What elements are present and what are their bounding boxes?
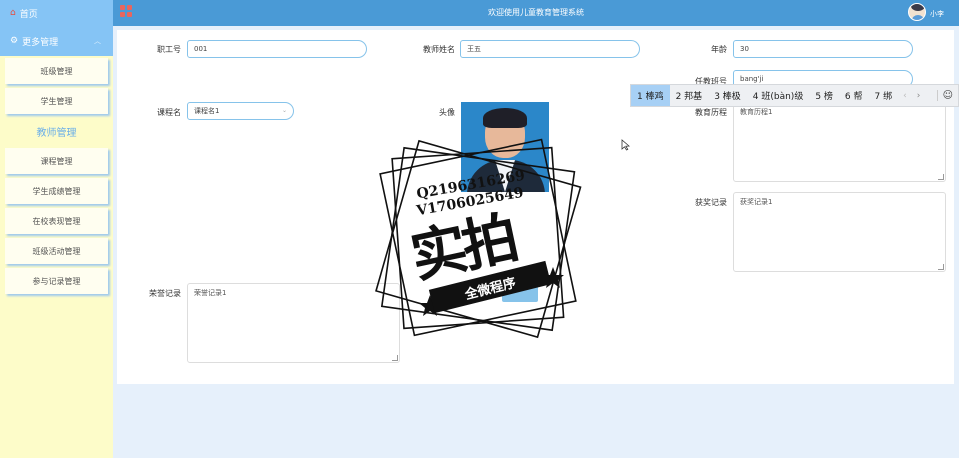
- header: 欢迎使用儿童教育管理系统 小李: [113, 0, 959, 26]
- education-text: 教育历程1: [740, 108, 773, 116]
- honors-label: 荣誉记录: [149, 289, 181, 298]
- ime-candidate[interactable]: 1 棒鸡: [631, 85, 670, 106]
- sidebar-item-label: 参与记录管理: [32, 276, 81, 286]
- honors-text: 荣誉记录1: [194, 289, 227, 297]
- honors-textarea[interactable]: 荣誉记录1: [187, 283, 400, 363]
- awards-textarea[interactable]: 获奖记录1: [733, 192, 946, 272]
- resize-grip-icon[interactable]: [938, 174, 944, 180]
- mouse-cursor-icon: [621, 139, 630, 151]
- age-label: 年龄: [711, 45, 727, 54]
- sidebar-item-label: 教师管理: [36, 127, 77, 139]
- teacher-name-field[interactable]: 王五: [460, 40, 640, 58]
- sidebar-item-activities[interactable]: 班级活动管理: [5, 238, 108, 264]
- ime-candidate[interactable]: 3 棒极: [708, 85, 747, 106]
- sidebar-item-label: 在校表现管理: [32, 216, 81, 226]
- age-field[interactable]: 30: [733, 40, 913, 58]
- course-select-value: 课程名1: [194, 107, 220, 115]
- sidebar-item-students[interactable]: 学生管理: [5, 88, 108, 114]
- sidebar-item-label: 学生管理: [40, 96, 73, 106]
- awards-label: 获奖记录: [695, 198, 727, 207]
- emoji-icon[interactable]: ☺: [936, 90, 958, 101]
- ime-candidate[interactable]: 2 邦基: [670, 85, 709, 106]
- chevron-left-icon[interactable]: ‹: [898, 91, 912, 101]
- sidebar-item-class[interactable]: 班级管理: [5, 58, 108, 84]
- page-title: 欢迎使用儿童教育管理系统: [488, 8, 584, 17]
- chevron-up-icon: ︿: [94, 37, 101, 45]
- avatar-image[interactable]: [461, 102, 549, 192]
- sidebar-item-performance[interactable]: 在校表现管理: [5, 208, 108, 234]
- username[interactable]: 小李: [930, 9, 944, 19]
- course-select[interactable]: 课程名1 ⌄: [187, 102, 294, 120]
- resize-grip-icon[interactable]: [392, 355, 398, 361]
- teacher-name-label: 教师姓名: [423, 45, 455, 54]
- sidebar-item-participation[interactable]: 参与记录管理: [5, 268, 108, 294]
- ime-candidate[interactable]: 4 班(bàn)级: [747, 85, 810, 106]
- sidebar-item-label: 班级活动管理: [32, 246, 81, 256]
- sidebar-item-label: 班级管理: [40, 66, 73, 76]
- education-textarea[interactable]: 教育历程1: [733, 102, 946, 182]
- awards-text: 获奖记录1: [740, 198, 773, 206]
- sidebar: ⌂ 首页 ⚙ 更多管理 ︿ 班级管理 学生管理 教师管理 课程管理 学生成绩管理…: [0, 0, 113, 458]
- ime-candidate[interactable]: 5 榜: [809, 85, 839, 106]
- sidebar-item-grades[interactable]: 学生成绩管理: [5, 178, 108, 204]
- avatar-label: 头像: [439, 108, 455, 117]
- sidebar-item-teachers[interactable]: 教师管理: [5, 118, 108, 144]
- home-icon: ⌂: [10, 8, 16, 18]
- staff-id-field[interactable]: 001: [187, 40, 367, 58]
- sidebar-item-home[interactable]: ⌂ 首页: [0, 0, 113, 26]
- education-label: 教育历程: [695, 108, 727, 117]
- resize-grip-icon[interactable]: [938, 264, 944, 270]
- sidebar-item-courses[interactable]: 课程管理: [5, 148, 108, 174]
- sidebar-item-label: 课程管理: [40, 156, 73, 166]
- submenu: 班级管理 学生管理 教师管理 课程管理 学生成绩管理 在校表现管理 班级活动管理…: [5, 58, 108, 298]
- sidebar-item-more[interactable]: ⚙ 更多管理 ︿: [0, 26, 113, 56]
- chevron-right-icon[interactable]: ›: [912, 91, 926, 101]
- upload-button[interactable]: [502, 282, 538, 302]
- sidebar-item-label: 首页: [19, 9, 38, 20]
- course-label: 课程名: [157, 108, 181, 117]
- avatar[interactable]: [908, 3, 926, 21]
- ime-candidate[interactable]: 6 帮: [839, 85, 869, 106]
- settings-icon: ⚙: [10, 36, 19, 46]
- sidebar-item-label: 学生成绩管理: [32, 186, 81, 196]
- ime-candidate[interactable]: 7 绑: [869, 85, 899, 106]
- sidebar-item-label: 更多管理: [22, 37, 59, 48]
- ime-candidate-bar: 1 棒鸡 2 邦基 3 棒极 4 班(bàn)级 5 榜 6 帮 7 绑 ‹ ›…: [630, 84, 959, 107]
- staff-id-label: 职工号: [157, 45, 181, 54]
- chevron-down-icon: ⌄: [281, 107, 287, 114]
